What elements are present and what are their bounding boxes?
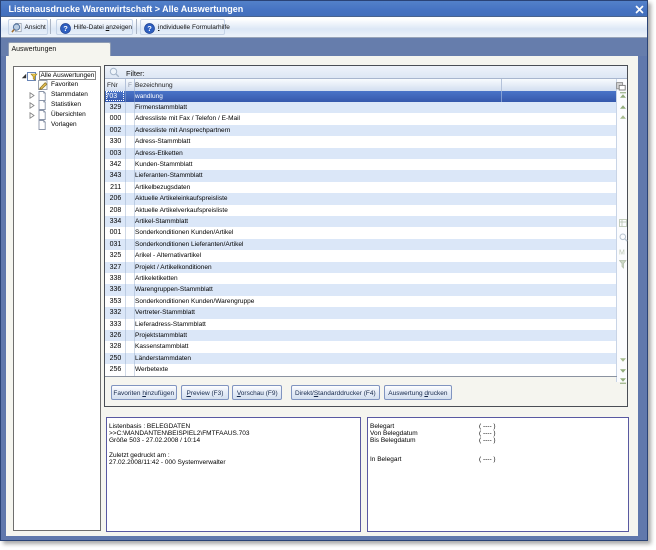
- svg-text:M: M: [619, 250, 625, 257]
- svg-text:?: ?: [63, 24, 68, 33]
- svg-text:?: ?: [147, 24, 152, 33]
